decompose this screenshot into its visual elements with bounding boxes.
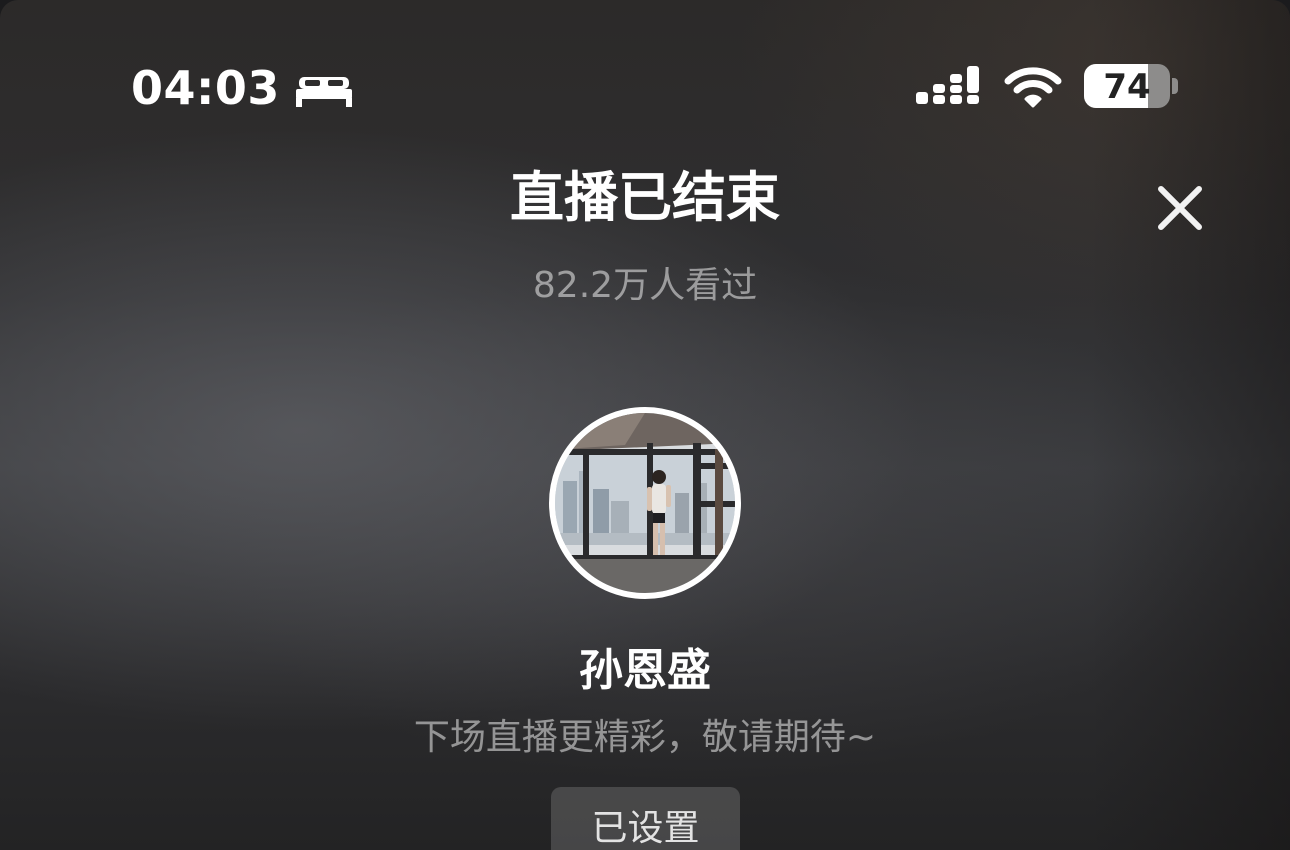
- battery-percentage: 74: [1103, 67, 1151, 107]
- host-name: 孙恩盛: [579, 645, 711, 696]
- battery-indicator: 74: [1084, 64, 1170, 108]
- viewer-count: 82.2万人看过: [532, 265, 758, 306]
- battery-cap: [1172, 78, 1178, 94]
- live-ended-screen: 04:03 74 直播已结束 82.2万人看过 孙恩盛 下场直播更精彩，敬请期待…: [0, 0, 1290, 850]
- cellular-signal-icon: [916, 66, 979, 104]
- host-subtitle: 下场直播更精彩，敬请期待~: [413, 717, 877, 758]
- avatar-photo: [555, 413, 735, 593]
- bed-icon: [296, 77, 352, 107]
- avatar[interactable]: [549, 407, 741, 599]
- wifi-icon: [1004, 67, 1062, 108]
- close-button[interactable]: [1150, 178, 1210, 238]
- status-time: 04:03: [131, 61, 280, 115]
- page-title: 直播已结束: [510, 166, 780, 229]
- reminder-set-button[interactable]: 已设置: [551, 787, 740, 850]
- close-icon: [1158, 186, 1202, 230]
